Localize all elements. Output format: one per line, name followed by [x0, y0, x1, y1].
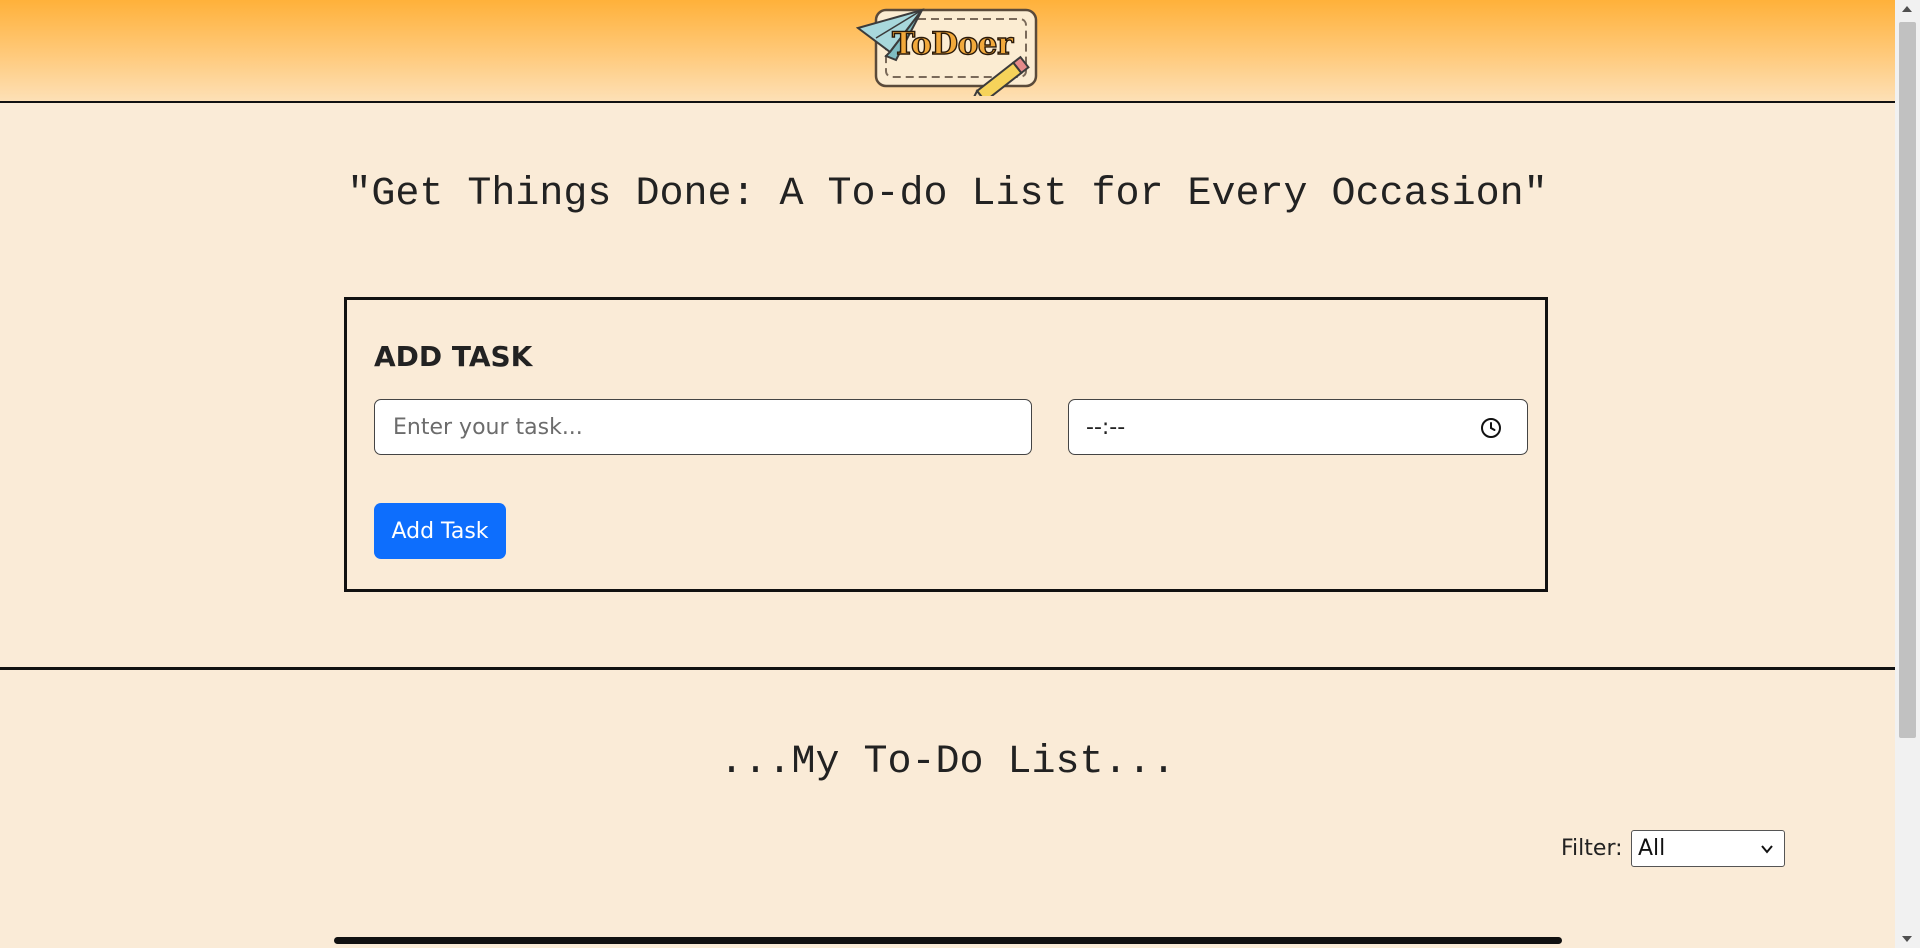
scroll-up-arrow-icon[interactable]: [1902, 6, 1912, 12]
filter-label: Filter:: [1561, 836, 1623, 861]
page-headline: "Get Things Done: A To-do List for Every…: [347, 172, 1548, 217]
add-task-title: ADD TASK: [374, 340, 533, 373]
chevron-down-icon: [1761, 845, 1773, 854]
time-input[interactable]: --:--: [1068, 399, 1528, 455]
task-input[interactable]: [374, 399, 1032, 455]
section-divider: [0, 667, 1895, 670]
logo-text: ToDoer: [891, 25, 1014, 62]
list-top-border: [334, 937, 1562, 944]
add-task-panel: ADD TASK --:-- Add Task: [344, 297, 1548, 592]
scroll-down-arrow-icon[interactable]: [1902, 936, 1912, 942]
todo-list-title: ...My To-Do List...: [719, 740, 1176, 785]
filter-select[interactable]: All: [1631, 830, 1785, 867]
add-task-button[interactable]: Add Task: [374, 503, 506, 559]
page: ToDoer "Get Things Done: A To-do List fo…: [0, 0, 1920, 948]
logo[interactable]: ToDoer: [855, 6, 1042, 107]
clock-icon[interactable]: [1479, 416, 1503, 440]
header: ToDoer: [0, 0, 1895, 107]
scrollbar-thumb[interactable]: [1899, 22, 1916, 738]
filter-selected-value: All: [1638, 836, 1666, 861]
vertical-scrollbar[interactable]: [1895, 0, 1920, 948]
time-value: --:--: [1086, 415, 1126, 440]
